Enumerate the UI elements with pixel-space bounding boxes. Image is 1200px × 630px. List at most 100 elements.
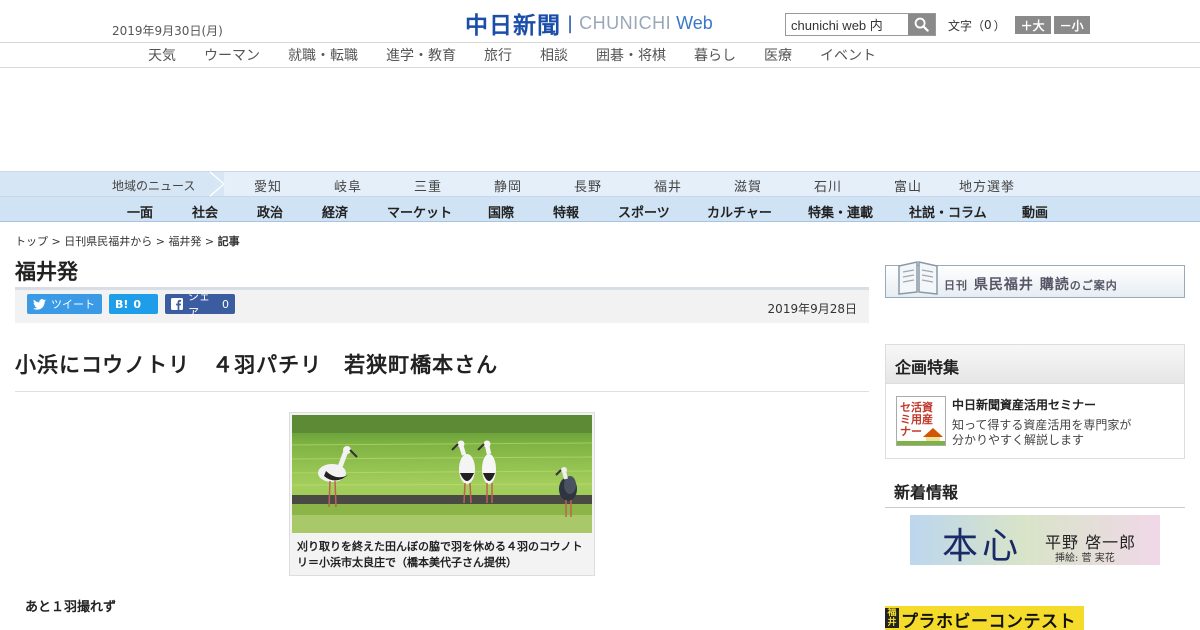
subscription-banner-subscribe: 購読 xyxy=(1039,277,1070,293)
region-ishikawa[interactable]: 石川 xyxy=(814,176,842,195)
feature-item[interactable]: セ活資 ミ用産 ナー 中日新聞資産活用セミナー 知って得する資産活用を専門家が … xyxy=(885,384,1185,459)
site-search xyxy=(785,13,936,36)
logo-japanese: 中日新聞 xyxy=(465,12,561,39)
svg-text:セ活資: セ活資 xyxy=(900,400,933,414)
search-button[interactable] xyxy=(908,14,935,35)
hobby-contest-banner[interactable]: 福井 プラホビーコンテスト xyxy=(885,606,1084,630)
region-shizuoka[interactable]: 静岡 xyxy=(494,176,522,195)
subscription-banner-text: 日刊 県民福井 購読のご案内 xyxy=(944,274,1118,294)
site-logo[interactable]: 中日新聞 | CHUNICHI Web xyxy=(465,9,713,39)
svg-text:ナー: ナー xyxy=(900,425,922,438)
publish-date: 2019年9月28日 xyxy=(767,302,857,316)
article-headline: 小浜にコウノトリ ４羽パチリ 若狭町橋本さん xyxy=(15,353,499,377)
feature-description-line2: 分かりやすく解説します xyxy=(952,433,1085,447)
feature-title: 中日新聞資産活用セミナー xyxy=(952,398,1097,412)
breadcrumb-kenmin-fukui[interactable]: 日刊県民福井から xyxy=(64,235,152,248)
contest-mark: 福井 xyxy=(885,608,899,628)
feature-description-line1: 知って得する資産活用を専門家が xyxy=(952,418,1132,432)
region-nagano[interactable]: 長野 xyxy=(574,176,602,195)
region-local-elections[interactable]: 地方選挙 xyxy=(959,176,1015,195)
category-front-page[interactable]: 一面 xyxy=(127,202,153,221)
region-shiga[interactable]: 滋賀 xyxy=(734,176,762,195)
category-international[interactable]: 国際 xyxy=(488,202,514,221)
service-nav-education[interactable]: 進学・教育 xyxy=(386,45,456,65)
svg-text:ミ用産: ミ用産 xyxy=(900,412,933,426)
font-size-count: 0 xyxy=(984,18,992,32)
novel-illustrator: 挿絵: 菅 実花 xyxy=(1055,553,1115,564)
font-size-control: 文字（ 0 ） ＋大 －小 xyxy=(948,16,1093,34)
section-title: 福井発 xyxy=(15,260,78,284)
tweet-button[interactable]: ツイート xyxy=(27,294,102,314)
feature-description: 知って得する資産活用を専門家が 分かりやすく解説します xyxy=(952,418,1131,448)
service-nav-medical[interactable]: 医療 xyxy=(764,45,792,65)
hatena-icon: B! xyxy=(115,297,129,311)
category-politics[interactable]: 政治 xyxy=(257,202,283,221)
category-market[interactable]: マーケット xyxy=(387,202,452,221)
breadcrumb-top[interactable]: トップ xyxy=(15,235,48,248)
service-nav-jobs[interactable]: 就職・転職 xyxy=(288,45,358,65)
service-nav-weather[interactable]: 天気 xyxy=(148,45,176,65)
service-nav-events[interactable]: イベント xyxy=(820,45,876,65)
category-features[interactable]: 特集・連載 xyxy=(808,202,873,221)
article-photo[interactable] xyxy=(292,415,592,533)
storks-in-rice-field-image xyxy=(292,415,592,533)
logo-web: Web xyxy=(676,12,713,33)
breadcrumb-separator: > xyxy=(152,235,169,248)
breadcrumb-separator: > xyxy=(48,235,65,248)
category-culture[interactable]: カルチャー xyxy=(707,202,772,221)
category-sports[interactable]: スポーツ xyxy=(618,202,670,221)
new-info-heading: 新着情報 xyxy=(885,470,1185,508)
category-nav: 一面 社会 政治 経済 マーケット 国際 特報 スポーツ カルチャー 特集・連載… xyxy=(0,197,1200,222)
category-society[interactable]: 社会 xyxy=(192,202,218,221)
facebook-share-count: 0 xyxy=(222,297,229,311)
region-fukui[interactable]: 福井 xyxy=(654,176,682,195)
region-nav-label-box: 地域のニュース xyxy=(0,172,224,196)
hatena-count: 0 xyxy=(133,297,142,311)
search-input[interactable] xyxy=(786,14,908,35)
header-date: 2019年9月30日(月) xyxy=(112,24,223,38)
kenmin-fukui-subscription-banner[interactable]: 日刊 県民福井 購読のご案内 xyxy=(885,261,1185,298)
region-mie[interactable]: 三重 xyxy=(414,176,442,195)
breadcrumb-separator: > xyxy=(201,235,218,248)
search-icon xyxy=(914,17,929,32)
font-smaller-button[interactable]: －小 xyxy=(1053,16,1090,34)
ad-space xyxy=(0,69,1200,171)
contest-title: プラホビーコンテスト xyxy=(901,612,1076,630)
breadcrumb-fukui-hatsu[interactable]: 福井発 xyxy=(168,235,201,248)
article-photo-figure: 刈り取りを終えた田んぼの脇で羽を休める４羽のコウノトリ＝小浜市太良庄で（橋本美代… xyxy=(289,412,595,576)
breadcrumb-current: 記事 xyxy=(217,235,240,248)
service-nav-travel[interactable]: 旅行 xyxy=(484,45,512,65)
service-nav-woman[interactable]: ウーマン xyxy=(204,45,260,65)
region-nav-label: 地域のニュース xyxy=(112,179,196,193)
font-larger-button[interactable]: ＋大 xyxy=(1014,16,1051,34)
font-size-label: 文字（ xyxy=(948,18,985,33)
logo-english: CHUNICHI xyxy=(579,12,672,33)
region-gifu[interactable]: 岐阜 xyxy=(334,176,362,195)
category-video[interactable]: 動画 xyxy=(1022,202,1048,221)
seminar-thumbnail: セ活資 ミ用産 ナー xyxy=(896,396,946,446)
category-economy[interactable]: 経済 xyxy=(322,202,348,221)
facebook-share-label: シェア xyxy=(188,290,210,319)
site-header: 2019年9月30日(月) 中日新聞 | CHUNICHI Web 文字（ 0 … xyxy=(0,0,1200,43)
service-nav-living[interactable]: 暮らし xyxy=(694,45,736,65)
font-size-label-close: ） xyxy=(993,18,1006,33)
logo-divider: | xyxy=(567,12,574,34)
subscription-banner-prefix: 日刊 xyxy=(944,279,968,292)
service-nav-consult[interactable]: 相談 xyxy=(540,45,568,65)
service-nav-igo-shogi[interactable]: 囲碁・将棋 xyxy=(596,45,666,65)
article-subheading: あと１羽撮れず xyxy=(25,600,117,615)
region-aichi[interactable]: 愛知 xyxy=(254,176,282,195)
share-bar: ツイート B! 0 シェア 0 2019年9月28日 xyxy=(15,290,869,323)
category-special-report[interactable]: 特報 xyxy=(553,202,579,221)
newspaper-book-icon xyxy=(896,258,940,299)
facebook-share-button[interactable]: シェア 0 xyxy=(165,290,235,319)
tweet-label: ツイート xyxy=(51,298,95,311)
hatena-bookmark-button[interactable]: B! 0 xyxy=(109,294,158,314)
category-editorial[interactable]: 社説・コラム xyxy=(909,202,987,221)
region-toyama[interactable]: 富山 xyxy=(894,176,922,195)
region-nav: 地域のニュース 愛知 岐阜 三重 静岡 長野 福井 滋賀 石川 富山 地方選挙 xyxy=(0,171,1200,197)
service-nav: 天気 ウーマン 就職・転職 進学・教育 旅行 相談 囲碁・将棋 暮らし 医療 イ… xyxy=(0,43,1200,68)
serial-novel-banner[interactable]: 本心 平野 啓一郎 挿絵: 菅 実花 xyxy=(910,515,1160,565)
photo-caption: 刈り取りを終えた田んぼの脇で羽を休める４羽のコウノトリ＝小浜市太良庄で（橋本美代… xyxy=(297,540,583,569)
twitter-bird-icon xyxy=(33,298,46,310)
